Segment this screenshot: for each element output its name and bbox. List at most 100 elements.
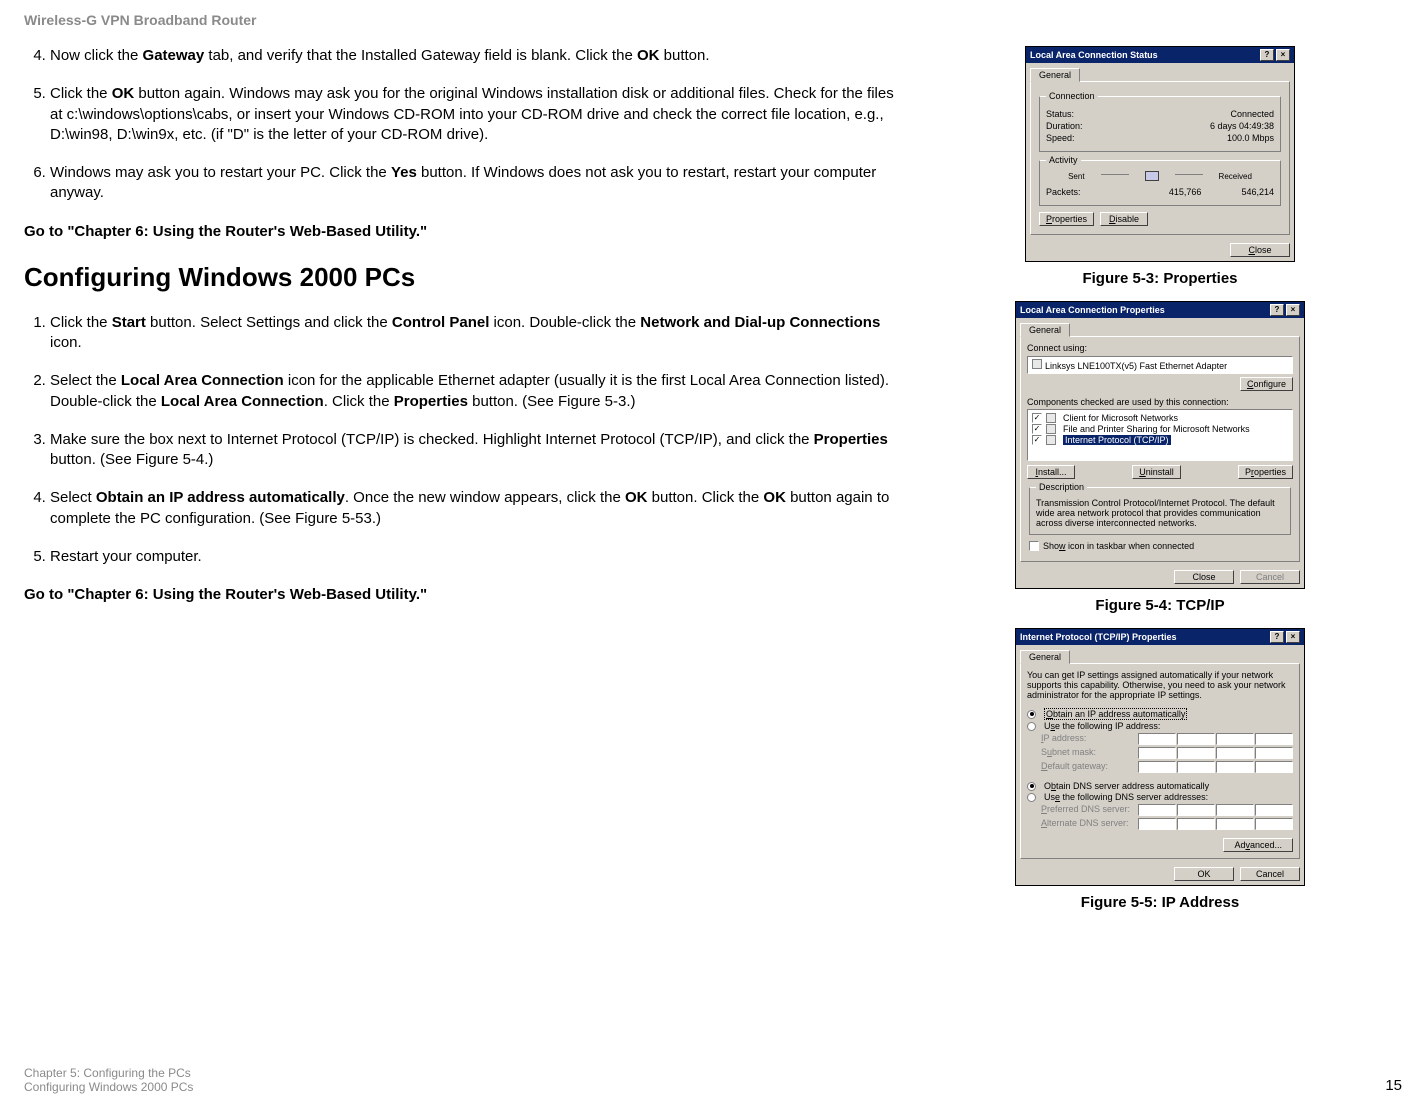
description-text: Transmission Control Protocol/Internet P… bbox=[1036, 498, 1284, 528]
figure-column: Local Area Connection Status ? × General… bbox=[940, 46, 1380, 925]
connect-using-label: Connect using: bbox=[1027, 343, 1293, 353]
tab-general[interactable]: General bbox=[1020, 650, 1070, 664]
dialog-tcpip-properties: Internet Protocol (TCP/IP) Properties ? … bbox=[1015, 628, 1305, 886]
tab-general[interactable]: General bbox=[1020, 323, 1070, 337]
group-activity: Activity Sent Received Packets: 415,766 … bbox=[1039, 160, 1281, 206]
tcpip-icon bbox=[1046, 435, 1056, 445]
step-4: Now click the Gateway tab, and verify th… bbox=[50, 46, 904, 66]
titlebar[interactable]: Local Area Connection Status ? × bbox=[1026, 47, 1294, 63]
close-icon[interactable]: × bbox=[1276, 49, 1290, 61]
obtain-dns-label: Obtain DNS server address automatically bbox=[1044, 781, 1209, 791]
comp-fileshare: File and Printer Sharing for Microsoft N… bbox=[1063, 424, 1250, 434]
line-icon bbox=[1101, 174, 1129, 175]
help-icon[interactable]: ? bbox=[1270, 304, 1284, 316]
group-connection-title: Connection bbox=[1046, 91, 1098, 101]
intro-text: You can get IP settings assigned automat… bbox=[1027, 670, 1293, 700]
titlebar[interactable]: Internet Protocol (TCP/IP) Properties ? … bbox=[1016, 629, 1304, 645]
properties-button[interactable]: Properties bbox=[1039, 212, 1094, 226]
figure-5-3-caption: Figure 5-3: Properties bbox=[1082, 270, 1237, 287]
step-5: Click the OK button again. Windows may a… bbox=[50, 84, 904, 145]
figure-5-4-caption: Figure 5-4: TCP/IP bbox=[1095, 597, 1224, 614]
group-description: Description Transmission Control Protoco… bbox=[1029, 487, 1291, 535]
dialog-title: Local Area Connection Status bbox=[1030, 50, 1158, 60]
computer-icon bbox=[1145, 171, 1159, 181]
dialog-connection-status: Local Area Connection Status ? × General… bbox=[1025, 46, 1295, 262]
s2-step-2: Select the Local Area Connection icon fo… bbox=[50, 371, 904, 412]
dialog-title: Local Area Connection Properties bbox=[1020, 305, 1165, 315]
adapter-icon bbox=[1032, 359, 1042, 369]
duration-label: Duration: bbox=[1046, 121, 1083, 131]
radio-use-dns[interactable] bbox=[1027, 793, 1036, 802]
body-text-column: Now click the Gateway tab, and verify th… bbox=[24, 46, 904, 925]
pref-dns-label: Preferred DNS server: bbox=[1041, 804, 1130, 816]
packets-recv: 546,214 bbox=[1241, 187, 1274, 197]
ip-address-label: IP address: bbox=[1041, 733, 1086, 745]
dialog-title: Internet Protocol (TCP/IP) Properties bbox=[1020, 632, 1177, 642]
s2-step-4: Select Obtain an IP address automaticall… bbox=[50, 488, 904, 529]
uninstall-button[interactable]: Uninstall bbox=[1132, 465, 1181, 479]
dialog-connection-properties: Local Area Connection Properties ? × Gen… bbox=[1015, 301, 1305, 589]
help-icon[interactable]: ? bbox=[1270, 631, 1284, 643]
disable-button[interactable]: Disable bbox=[1100, 212, 1148, 226]
checkbox-icon[interactable]: ✓ bbox=[1032, 413, 1042, 423]
install-button[interactable]: Install... bbox=[1027, 465, 1075, 479]
page-number: 15 bbox=[1385, 1077, 1402, 1094]
s2-step-5: Restart your computer. bbox=[50, 547, 904, 567]
cancel-button[interactable]: Cancel bbox=[1240, 867, 1300, 881]
gateway-label: Default gateway: bbox=[1041, 761, 1108, 773]
alt-dns-label: Alternate DNS server: bbox=[1041, 818, 1129, 830]
section-heading: Configuring Windows 2000 PCs bbox=[24, 260, 904, 295]
footer-line-1: Chapter 5: Configuring the PCs bbox=[24, 1066, 193, 1080]
goto-link-2: Go to "Chapter 6: Using the Router's Web… bbox=[24, 585, 904, 605]
step-6: Windows may ask you to restart your PC. … bbox=[50, 163, 904, 204]
checkbox-icon[interactable]: ✓ bbox=[1032, 424, 1042, 434]
group-activity-title: Activity bbox=[1046, 155, 1081, 165]
main-columns: Now click the Gateway tab, and verify th… bbox=[24, 46, 1402, 925]
packets-sent: 415,766 bbox=[1169, 187, 1202, 197]
figure-5-5-caption: Figure 5-5: IP Address bbox=[1081, 894, 1239, 911]
tab-general[interactable]: General bbox=[1030, 68, 1080, 82]
adapter-name: Linksys LNE100TX(v5) Fast Ethernet Adapt… bbox=[1045, 361, 1227, 371]
use-dns-label: Use the following DNS server addresses: bbox=[1044, 792, 1208, 802]
radio-use-ip[interactable] bbox=[1027, 722, 1036, 731]
close-button[interactable]: Close bbox=[1230, 243, 1290, 257]
s2-step-3: Make sure the box next to Internet Proto… bbox=[50, 430, 904, 471]
line-icon bbox=[1175, 174, 1203, 175]
status-label: Status: bbox=[1046, 109, 1074, 119]
s2-step-1: Click the Start button. Select Settings … bbox=[50, 313, 904, 354]
components-list[interactable]: ✓ Client for Microsoft Networks ✓ File and… bbox=[1027, 409, 1293, 461]
checkbox-icon[interactable]: ✓ bbox=[1032, 435, 1042, 445]
advanced-button[interactable]: Advanced... bbox=[1223, 838, 1293, 852]
close-icon[interactable]: × bbox=[1286, 631, 1300, 643]
configure-button[interactable]: Configure bbox=[1240, 377, 1293, 391]
radio-obtain-ip[interactable] bbox=[1027, 710, 1036, 719]
radio-obtain-dns[interactable] bbox=[1027, 782, 1036, 791]
show-icon-label: Show icon in taskbar when connected bbox=[1043, 541, 1194, 551]
use-ip-label: Use the following IP address: bbox=[1044, 721, 1160, 731]
obtain-ip-label: Obtain an IP address automatically bbox=[1044, 708, 1187, 720]
close-icon[interactable]: × bbox=[1286, 304, 1300, 316]
packets-label: Packets: bbox=[1046, 187, 1081, 197]
group-description-title: Description bbox=[1036, 482, 1087, 492]
ip-input bbox=[1138, 733, 1176, 745]
titlebar[interactable]: Local Area Connection Properties ? × bbox=[1016, 302, 1304, 318]
duration-value: 6 days 04:49:38 bbox=[1210, 121, 1274, 131]
group-connection: Connection Status:Connected Duration:6 d… bbox=[1039, 96, 1281, 152]
comp-client: Client for Microsoft Networks bbox=[1063, 413, 1178, 423]
ok-button[interactable]: OK bbox=[1174, 867, 1234, 881]
running-header: Wireless-G VPN Broadband Router bbox=[24, 12, 1402, 28]
speed-value: 100.0 Mbps bbox=[1227, 133, 1274, 143]
close-button[interactable]: Close bbox=[1174, 570, 1234, 584]
checkbox-icon[interactable] bbox=[1029, 541, 1039, 551]
sent-label: Sent bbox=[1068, 172, 1084, 181]
file-share-icon bbox=[1046, 424, 1056, 434]
adapter-field: Linksys LNE100TX(v5) Fast Ethernet Adapt… bbox=[1027, 356, 1293, 374]
properties-button[interactable]: Properties bbox=[1238, 465, 1293, 479]
client-icon bbox=[1046, 413, 1056, 423]
comp-tcpip[interactable]: Internet Protocol (TCP/IP) bbox=[1063, 435, 1171, 445]
subnet-label: Subnet mask: bbox=[1041, 747, 1096, 759]
cancel-button: Cancel bbox=[1240, 570, 1300, 584]
page-footer: Chapter 5: Configuring the PCs Configuri… bbox=[24, 1066, 1402, 1094]
components-label: Components checked are used by this conn… bbox=[1027, 397, 1293, 407]
help-icon[interactable]: ? bbox=[1260, 49, 1274, 61]
